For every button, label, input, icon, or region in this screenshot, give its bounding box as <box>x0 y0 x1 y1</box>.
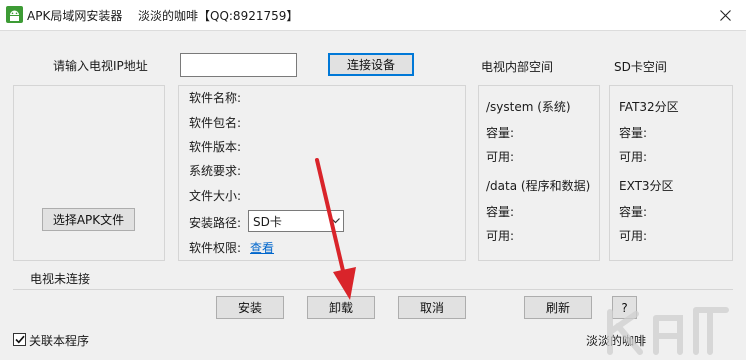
close-icon <box>720 9 731 21</box>
ip-label: 请输入电视IP地址 <box>53 59 148 73</box>
uninstall-button[interactable]: 卸载 <box>307 296 375 319</box>
install-path-select[interactable]: SD卡 <box>248 210 344 232</box>
system-capacity-label: 容量: <box>486 126 515 140</box>
watermark-logo <box>607 307 729 355</box>
connection-status: 电视未连接 <box>30 272 91 286</box>
ext3-capacity-label: 容量: <box>619 205 648 219</box>
android-app-icon <box>6 6 23 23</box>
title-bar: APK局域网安装器 淡淡的咖啡【QQ:8921759】 <box>0 0 746 30</box>
sd-storage-header: SD卡空间 <box>614 60 667 74</box>
cancel-button[interactable]: 取消 <box>398 296 466 319</box>
window-subtitle: 淡淡的咖啡【QQ:8921759】 <box>138 9 299 23</box>
field-app-name: 软件名称: <box>189 91 242 105</box>
connect-button[interactable]: 连接设备 <box>328 53 414 76</box>
checkmark-icon <box>14 335 25 344</box>
system-partition-title: /system (系统) <box>486 100 571 114</box>
install-path-label: 安装路径: <box>189 216 242 230</box>
select-apk-button[interactable]: 选择APK文件 <box>42 208 135 231</box>
tv-storage-header: 电视内部空间 <box>481 60 554 74</box>
close-button[interactable] <box>705 0 746 30</box>
fat32-capacity-label: 容量: <box>619 126 648 140</box>
data-available-label: 可用: <box>486 229 515 243</box>
field-system-req: 系统要求: <box>189 164 242 178</box>
apk-icon-panel <box>13 85 165 261</box>
status-divider <box>13 289 733 290</box>
refresh-button[interactable]: 刷新 <box>524 296 592 319</box>
associate-checkbox[interactable] <box>13 333 26 346</box>
chevron-down-icon <box>327 211 343 231</box>
fat32-partition-title: FAT32分区 <box>619 100 679 114</box>
field-file-size: 文件大小: <box>189 189 242 203</box>
system-available-label: 可用: <box>486 150 515 164</box>
field-package-name: 软件包名: <box>189 116 242 130</box>
field-version: 软件版本: <box>189 140 242 154</box>
install-button[interactable]: 安装 <box>216 296 284 319</box>
data-capacity-label: 容量: <box>486 205 515 219</box>
fat32-available-label: 可用: <box>619 150 648 164</box>
ip-input[interactable] <box>180 53 297 77</box>
window-title: APK局域网安装器 <box>27 9 123 23</box>
install-path-value: SD卡 <box>253 214 282 229</box>
ext3-available-label: 可用: <box>619 229 648 243</box>
view-permissions-link[interactable]: 查看 <box>250 239 274 256</box>
associate-label: 关联本程序 <box>29 334 90 348</box>
permission-label: 软件权限: <box>189 241 242 255</box>
data-partition-title: /data (程序和数据) <box>486 179 591 193</box>
ext3-partition-title: EXT3分区 <box>619 179 674 193</box>
